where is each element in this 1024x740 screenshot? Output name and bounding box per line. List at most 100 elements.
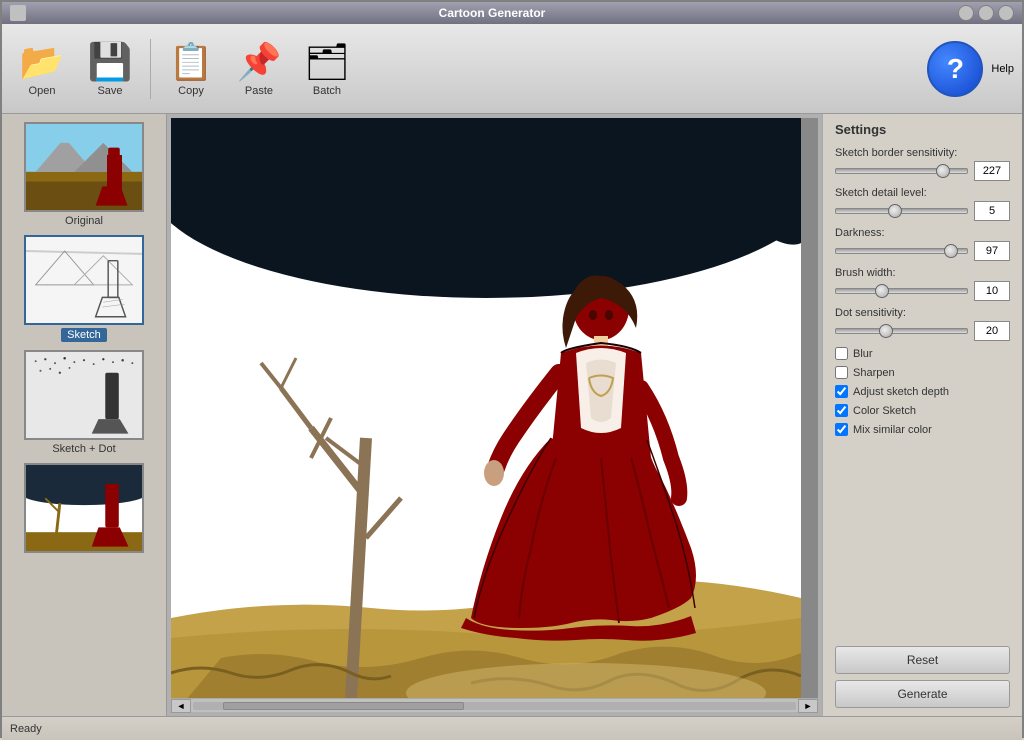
sharpen-checkbox-row: Sharpen — [835, 366, 1010, 379]
sharpen-checkbox[interactable] — [835, 366, 848, 379]
mix-similar-color-checkbox[interactable] — [835, 423, 848, 436]
main-area: Original — [2, 114, 1022, 716]
thumbnail-original-label: Original — [65, 215, 103, 227]
dot-sensitivity-label: Dot sensitivity: — [835, 307, 1010, 319]
darkness-setting: Darkness: — [835, 227, 1010, 261]
scroll-right-button[interactable]: ► — [798, 699, 818, 713]
thumbnail-original[interactable]: Original — [10, 122, 158, 227]
brush-width-input[interactable] — [974, 281, 1010, 301]
sketch-dot-thumb-svg — [26, 350, 142, 440]
brush-width-label: Brush width: — [835, 267, 1010, 279]
adjust-sketch-depth-checkbox[interactable] — [835, 385, 848, 398]
toolbar-separator — [150, 39, 151, 99]
thumbnail-list[interactable]: Original — [2, 114, 166, 716]
copy-label: Copy — [178, 85, 204, 97]
darkness-label: Darkness: — [835, 227, 1010, 239]
reset-button[interactable]: Reset — [835, 646, 1010, 674]
dot-sensitivity-thumb[interactable] — [879, 324, 893, 338]
sketch-border-slider[interactable] — [835, 168, 968, 174]
sharpen-label: Sharpen — [853, 367, 895, 379]
darkness-slider[interactable] — [835, 248, 968, 254]
adjust-sketch-depth-row: Adjust sketch depth — [835, 385, 1010, 398]
thumbnail-color-cartoon[interactable] — [10, 463, 158, 556]
toolbar: 📂 Open 💾 Save 📋 Copy 📌 Paste 🗂 Batch ? H… — [2, 24, 1022, 114]
open-label: Open — [29, 85, 56, 97]
mix-similar-color-label: Mix similar color — [853, 424, 932, 436]
close-button[interactable] — [998, 5, 1014, 21]
thumbnail-original-image — [24, 122, 144, 212]
color-sketch-row: Color Sketch — [835, 404, 1010, 417]
darkness-control — [835, 241, 1010, 261]
sketch-border-control — [835, 161, 1010, 181]
sketch-detail-thumb[interactable] — [888, 204, 902, 218]
scroll-left-button[interactable]: ◄ — [171, 699, 191, 713]
thumbnail-sketch[interactable]: Sketch — [10, 235, 158, 342]
paste-label: Paste — [245, 85, 273, 97]
mix-similar-color-row: Mix similar color — [835, 423, 1010, 436]
sketch-border-input[interactable] — [974, 161, 1010, 181]
dot-sensitivity-slider[interactable] — [835, 328, 968, 334]
titlebar: Cartoon Generator — [2, 2, 1022, 24]
maximize-button[interactable] — [978, 5, 994, 21]
adjust-sketch-depth-label: Adjust sketch depth — [853, 386, 949, 398]
dot-sensitivity-setting: Dot sensitivity: — [835, 307, 1010, 341]
sketch-detail-slider[interactable] — [835, 208, 968, 214]
color-sketch-label: Color Sketch — [853, 405, 916, 417]
help-icon: ? — [947, 53, 964, 85]
thumbnail-sketch-dot-image — [24, 350, 144, 440]
save-icon: 💾 — [88, 41, 133, 83]
open-button[interactable]: 📂 Open — [10, 29, 74, 109]
canvas-viewport[interactable] — [171, 118, 818, 698]
darkness-thumb[interactable] — [944, 244, 958, 258]
batch-button[interactable]: 🗂 Batch — [295, 29, 359, 109]
paste-button[interactable]: 📌 Paste — [227, 29, 291, 109]
status-text: Ready — [10, 723, 42, 735]
sketch-detail-input[interactable] — [974, 201, 1010, 221]
generate-button[interactable]: Generate — [835, 680, 1010, 708]
thumbnail-sketch-label: Sketch — [61, 328, 107, 342]
blur-checkbox[interactable] — [835, 347, 848, 360]
dot-sensitivity-input[interactable] — [974, 321, 1010, 341]
color-thumb-svg — [26, 463, 142, 553]
batch-icon: 🗂 — [304, 41, 350, 83]
sketch-border-setting: Sketch border sensitivity: — [835, 147, 1010, 181]
brush-width-setting: Brush width: — [835, 267, 1010, 301]
scroll-thumb[interactable] — [223, 702, 464, 710]
darkness-input[interactable] — [974, 241, 1010, 261]
blur-checkbox-row: Blur — [835, 347, 1010, 360]
thumbnail-sketch-image — [24, 235, 144, 325]
thumbnail-sketch-dot-label: Sketch + Dot — [52, 443, 115, 455]
brush-width-slider[interactable] — [835, 288, 968, 294]
dot-sensitivity-control — [835, 321, 1010, 341]
settings-title: Settings — [835, 122, 1010, 137]
sketch-thumb-svg — [26, 235, 142, 325]
batch-label: Batch — [313, 85, 341, 97]
help-button[interactable]: ? — [927, 41, 983, 97]
horizontal-scrollbar[interactable]: ◄ ► — [171, 698, 818, 712]
help-label: Help — [991, 63, 1014, 75]
canvas-area: ◄ ► — [167, 114, 822, 716]
scroll-track[interactable] — [193, 702, 796, 710]
thumbnail-color-cartoon-image — [24, 463, 144, 553]
copy-icon: 📋 — [169, 41, 214, 83]
brush-width-thumb[interactable] — [875, 284, 889, 298]
sketch-border-thumb[interactable] — [936, 164, 950, 178]
app-icon — [10, 5, 26, 21]
sketch-detail-label: Sketch detail level: — [835, 187, 1010, 199]
window-controls — [958, 5, 1014, 21]
settings-panel: Settings Sketch border sensitivity: Sket… — [822, 114, 1022, 716]
app-title: Cartoon Generator — [26, 6, 958, 20]
minimize-button[interactable] — [958, 5, 974, 21]
sketch-detail-control — [835, 201, 1010, 221]
statusbar: Ready — [2, 716, 1022, 740]
color-sketch-checkbox[interactable] — [835, 404, 848, 417]
save-label: Save — [97, 85, 122, 97]
sketch-border-label: Sketch border sensitivity: — [835, 147, 1010, 159]
thumbnail-sketch-dot[interactable]: Sketch + Dot — [10, 350, 158, 455]
brush-width-control — [835, 281, 1010, 301]
save-button[interactable]: 💾 Save — [78, 29, 142, 109]
paste-icon: 📌 — [237, 41, 282, 83]
original-thumb-svg — [26, 122, 142, 212]
folder-icon: 📂 — [20, 41, 65, 83]
copy-button[interactable]: 📋 Copy — [159, 29, 223, 109]
